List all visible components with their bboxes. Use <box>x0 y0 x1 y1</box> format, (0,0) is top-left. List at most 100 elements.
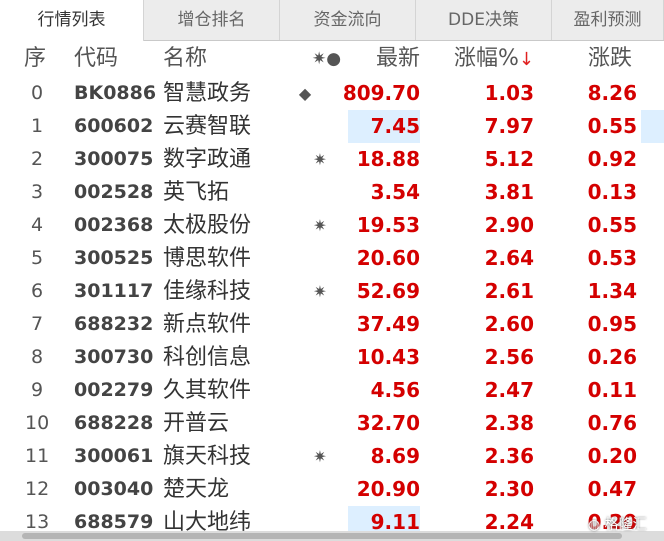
table-row[interactable]: 12 003040 楚天龙 20.90 2.30 0.47 <box>0 473 664 506</box>
row-name: 山大地纬 <box>163 510 252 531</box>
row-index: 13 <box>25 511 50 531</box>
row-change: 0.26 <box>587 345 637 369</box>
tab-fund-flow[interactable]: 资金流向 <box>280 0 416 40</box>
table-row[interactable]: 5 300525 博思软件 20.60 2.64 0.53 <box>0 242 664 275</box>
row-name: 科创信息 <box>163 345 252 370</box>
row-change-pct: 2.64 <box>484 246 534 270</box>
row-name: 新点软件 <box>163 312 252 337</box>
change-pct-label: 涨幅% <box>454 46 519 71</box>
row-change: 0.76 <box>587 411 637 435</box>
row-price: 37.49 <box>356 312 420 336</box>
column-header-mark-icons[interactable]: ✷● <box>312 41 341 77</box>
table-row[interactable]: 3 002528 英飞拓 3.54 3.81 0.13 <box>0 176 664 209</box>
row-change: 0.95 <box>587 312 637 336</box>
row-price: 8.69 <box>370 444 420 468</box>
row-mark <box>310 473 330 506</box>
row-change: 0.53 <box>587 246 637 270</box>
row-code: 301117 <box>74 280 154 302</box>
burst-icon: ✷ <box>313 150 327 169</box>
row-price: 20.60 <box>356 246 420 270</box>
row-price: 4.56 <box>370 378 420 402</box>
burst-icon: ✷ <box>313 216 327 235</box>
sort-desc-icon: ↓ <box>518 49 534 70</box>
row-mark <box>310 308 330 341</box>
row-mark <box>310 374 330 407</box>
row-index: 0 <box>31 82 44 104</box>
row-name: 数字政通 <box>163 147 252 172</box>
column-header-price[interactable]: 最新 <box>370 41 420 77</box>
row-change-pct: 5.12 <box>484 147 534 171</box>
row-code: 002368 <box>74 214 154 236</box>
row-change: 8.26 <box>587 81 637 105</box>
row-price: 52.69 <box>356 279 420 303</box>
table-row[interactable]: 1 600602 云赛智联 7.45 7.97 0.55 <box>0 110 664 143</box>
row-mark <box>310 341 330 374</box>
row-name: 开普云 <box>163 411 230 436</box>
tab-dde-decision[interactable]: DDE决策 <box>416 0 552 40</box>
row-price: 7.45 <box>348 110 420 143</box>
row-change: 0.47 <box>587 477 637 501</box>
row-code: 300061 <box>74 445 154 467</box>
tab-profit-forecast[interactable]: 盈利预测 <box>552 0 664 40</box>
row-mark <box>310 110 330 143</box>
table-row[interactable]: 10 688228 开普云 32.70 2.38 0.76 <box>0 407 664 440</box>
row-change: 0.55 <box>587 114 637 138</box>
column-header-change-pct[interactable]: 涨幅%↓ <box>454 41 534 77</box>
row-price: 18.88 <box>356 147 420 171</box>
tab-bar: 行情列表 增仓排名 资金流向 DDE决策 盈利预测 <box>0 0 664 41</box>
row-index: 11 <box>25 445 50 467</box>
table-row[interactable]: 6 301117 佳缘科技 ✷ 52.69 2.61 1.34 <box>0 275 664 308</box>
table-row[interactable]: 8 300730 科创信息 10.43 2.56 0.26 <box>0 341 664 374</box>
row-change: 0.92 <box>587 147 637 171</box>
table-row[interactable]: 11 300061 旗天科技 ✷ 8.69 2.36 0.20 <box>0 440 664 473</box>
column-header-code[interactable]: 代码 <box>74 41 118 77</box>
row-index: 8 <box>31 346 44 368</box>
row-price: 32.70 <box>356 411 420 435</box>
row-index: 3 <box>31 181 44 203</box>
table-row[interactable]: 9 002279 久其软件 4.56 2.47 0.11 <box>0 374 664 407</box>
scrollbar-thumb[interactable] <box>22 533 622 539</box>
row-change-pct: 2.24 <box>484 510 534 531</box>
row-code: 300075 <box>74 148 154 170</box>
row-price: 9.11 <box>348 506 420 531</box>
row-mark <box>310 407 330 440</box>
table-row[interactable]: 7 688232 新点软件 37.49 2.60 0.95 <box>0 308 664 341</box>
row-price: 19.53 <box>356 213 420 237</box>
row-mark <box>310 506 330 531</box>
row-mark <box>310 176 330 209</box>
row-name: 博思软件 <box>163 246 252 271</box>
row-name: 佳缘科技 <box>163 279 252 304</box>
row-change-pct: 2.36 <box>484 444 534 468</box>
row-code: 688232 <box>74 313 154 335</box>
watermark-text: 格隆汇 <box>604 517 647 533</box>
column-header-index[interactable]: 序 <box>24 41 46 77</box>
row-change-pct: 2.38 <box>484 411 534 435</box>
row-name: 旗天科技 <box>163 444 252 469</box>
column-header-name[interactable]: 名称 <box>163 41 207 77</box>
table-row[interactable]: 13 688579 山大地纬 9.11 2.24 0.20 <box>0 506 664 531</box>
row-price: 10.43 <box>356 345 420 369</box>
burst-icon: ✷ <box>313 282 327 301</box>
horizontal-scrollbar[interactable] <box>0 531 664 541</box>
row-change-pct: 1.03 <box>484 81 534 105</box>
burst-icon: ✷ <box>313 447 327 466</box>
watermark-logo-icon: ◍ <box>588 517 601 533</box>
row-code: 688228 <box>74 412 154 434</box>
row-change: 1.34 <box>587 279 637 303</box>
row-change-pct: 7.97 <box>484 114 534 138</box>
row-name: 久其软件 <box>163 378 252 403</box>
row-change: 0.13 <box>587 180 637 204</box>
table-row[interactable]: 2 300075 数字政通 ✷ 18.88 5.12 0.92 <box>0 143 664 176</box>
row-code: 688579 <box>74 511 154 531</box>
row-index: 5 <box>31 247 44 269</box>
row-change-pct: 3.81 <box>484 180 534 204</box>
tab-market-list[interactable]: 行情列表 <box>0 0 144 41</box>
table-row[interactable]: 0 BK0886 智慧政务 ◆ 809.70 1.03 8.26 <box>0 77 664 110</box>
row-name: 太极股份 <box>163 213 252 238</box>
column-header-change[interactable]: 涨跌 <box>588 41 632 77</box>
row-name: 英飞拓 <box>163 180 230 205</box>
tab-position-ranking[interactable]: 增仓排名 <box>144 0 280 40</box>
row-mark <box>310 242 330 275</box>
table-row[interactable]: 4 002368 太极股份 ✷ 19.53 2.90 0.55 <box>0 209 664 242</box>
row-name: 智慧政务 <box>163 81 252 106</box>
